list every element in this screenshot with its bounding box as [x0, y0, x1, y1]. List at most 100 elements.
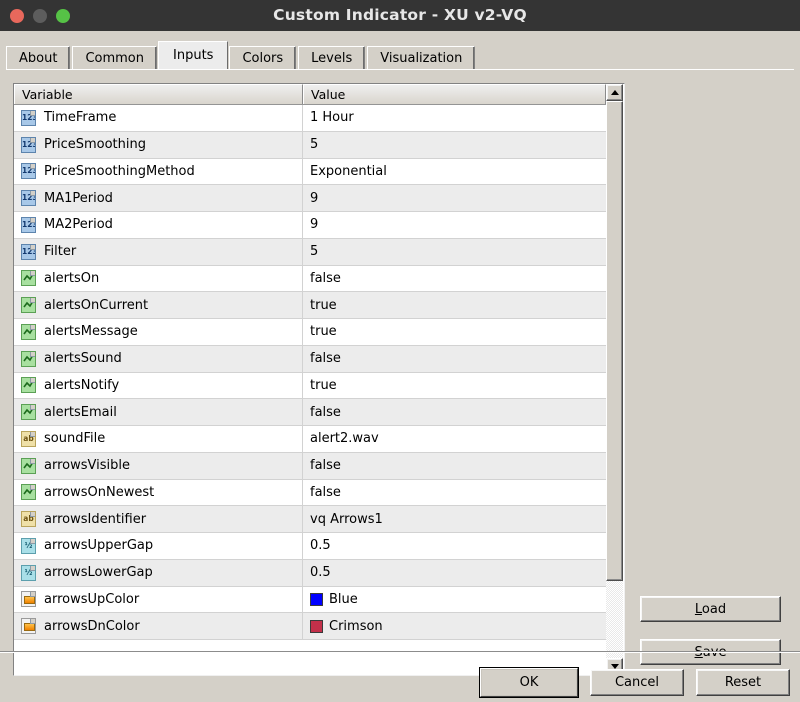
variable-name: alertsMessage — [44, 324, 138, 340]
int-type-icon: 123 — [21, 136, 36, 153]
value-cell[interactable]: 0.5 — [303, 533, 606, 559]
bool-check-glyph — [23, 461, 34, 469]
table-row[interactable]: ½ arrowsUpperGap 0.5 — [14, 533, 607, 560]
variable-name: MA2Period — [44, 217, 113, 233]
value-cell[interactable]: false — [303, 480, 606, 506]
scrollbar-thumb[interactable] — [606, 101, 623, 581]
variable-value: true — [310, 377, 337, 393]
variable-cell[interactable]: 123 TimeFrame — [14, 105, 303, 131]
table-row[interactable]: 123 MA1Period 9 — [14, 185, 607, 212]
value-cell[interactable]: 0.5 — [303, 560, 606, 586]
close-window-button[interactable] — [10, 8, 24, 23]
table-row[interactable]: ab arrowsIdentifier vq Arrows1 — [14, 506, 607, 533]
value-cell[interactable]: Blue — [303, 587, 606, 613]
table-row[interactable]: alertsMessage true — [14, 319, 607, 346]
tab-common[interactable]: Common — [72, 46, 157, 69]
variable-cell[interactable]: 123 PriceSmoothing — [14, 131, 303, 158]
table-row[interactable]: ab soundFile alert2.wav — [14, 426, 607, 453]
value-cell[interactable]: true — [303, 292, 606, 318]
bool-type-icon — [21, 377, 36, 394]
table-row[interactable]: arrowsVisible false — [14, 452, 607, 480]
table-row[interactable]: alertsSound false — [14, 345, 607, 373]
value-cell[interactable]: 5 — [303, 132, 606, 158]
table-row[interactable]: alertsEmail false — [14, 399, 607, 426]
variable-cell[interactable]: alertsOnCurrent — [14, 292, 303, 318]
value-cell[interactable]: true — [303, 319, 606, 345]
ok-button[interactable]: OK — [480, 668, 578, 697]
color-type-icon — [21, 618, 36, 635]
variable-cell[interactable]: alertsMessage — [14, 319, 303, 345]
variable-value: true — [310, 297, 337, 313]
variable-cell[interactable]: 123 PriceSmoothingMethod — [14, 158, 303, 185]
value-cell[interactable]: Exponential — [303, 159, 606, 185]
variable-name: arrowsUpperGap — [44, 538, 154, 554]
table-row[interactable]: arrowsDnColor Crimson — [14, 613, 607, 640]
variable-cell[interactable]: arrowsVisible — [14, 452, 303, 479]
zoom-window-button[interactable] — [56, 8, 70, 23]
scrollbar-track[interactable] — [606, 101, 623, 658]
variable-cell[interactable]: ab arrowsIdentifier — [14, 506, 303, 532]
variable-value: 9 — [310, 217, 319, 233]
double-type-icon: ½ — [21, 537, 36, 554]
table-row[interactable]: 123 Filter 5 — [14, 238, 607, 266]
reset-button[interactable]: Reset — [696, 669, 790, 696]
table-row[interactable]: alertsOn false — [14, 265, 607, 293]
table-row[interactable]: arrowsOnNewest false — [14, 479, 607, 507]
table-row[interactable]: alertsOnCurrent true — [14, 292, 607, 319]
value-cell[interactable]: Crimson — [303, 613, 606, 639]
value-cell[interactable]: false — [303, 346, 606, 372]
variable-name: arrowsOnNewest — [44, 484, 155, 500]
value-cell[interactable]: 9 — [303, 185, 606, 211]
minimize-window-button[interactable] — [33, 8, 47, 23]
variable-cell[interactable]: arrowsDnColor — [14, 613, 303, 639]
variable-cell[interactable]: 123 Filter — [14, 238, 303, 265]
variable-cell[interactable]: arrowsUpColor — [14, 586, 303, 613]
value-cell[interactable]: false — [303, 399, 606, 425]
variable-cell[interactable]: alertsNotify — [14, 372, 303, 399]
variable-cell[interactable]: ½ arrowsUpperGap — [14, 533, 303, 559]
tab-about[interactable]: About — [6, 46, 71, 69]
inputs-table-body[interactable]: 123 TimeFrame 1 Hour 123 PriceSmoothing 5 123 P… — [14, 105, 607, 675]
table-row[interactable]: ½ arrowsLowerGap 0.5 — [14, 559, 607, 587]
table-row[interactable]: 123 PriceSmoothing 5 — [14, 131, 607, 159]
value-cell[interactable]: alert2.wav — [303, 426, 606, 452]
variable-value: false — [310, 351, 341, 367]
value-cell[interactable]: true — [303, 373, 606, 399]
variable-cell[interactable]: 123 MA2Period — [14, 212, 303, 238]
variable-value: 5 — [310, 137, 319, 153]
table-vertical-scrollbar[interactable] — [606, 84, 624, 675]
load-button[interactable]: Load — [640, 596, 781, 622]
variable-value: false — [310, 270, 341, 286]
value-cell[interactable]: false — [303, 453, 606, 479]
variable-cell[interactable]: ½ arrowsLowerGap — [14, 559, 303, 586]
column-header-variable[interactable]: Variable — [14, 84, 303, 104]
tab-colors[interactable]: Colors — [229, 46, 297, 69]
variable-cell[interactable]: ab soundFile — [14, 426, 303, 452]
value-cell[interactable]: 5 — [303, 239, 606, 265]
variable-cell[interactable]: alertsSound — [14, 345, 303, 372]
cancel-button[interactable]: Cancel — [590, 669, 684, 696]
table-row[interactable]: 123 TimeFrame 1 Hour — [14, 105, 607, 132]
variable-cell[interactable]: 123 MA1Period — [14, 185, 303, 211]
scroll-up-button[interactable] — [606, 84, 623, 101]
table-row[interactable]: 123 PriceSmoothingMethod Exponential — [14, 158, 607, 186]
table-row[interactable]: 123 MA2Period 9 — [14, 212, 607, 239]
tab-visualization[interactable]: Visualization — [367, 46, 476, 69]
table-row[interactable]: arrowsUpColor Blue — [14, 586, 607, 614]
table-row[interactable]: alertsNotify true — [14, 372, 607, 400]
bool-type-icon — [21, 297, 36, 314]
variable-name: alertsEmail — [44, 404, 117, 420]
tab-levels[interactable]: Levels — [298, 46, 366, 69]
variable-cell[interactable]: arrowsOnNewest — [14, 479, 303, 506]
tab-inputs[interactable]: Inputs — [158, 41, 229, 69]
string-type-icon: ab — [21, 430, 36, 447]
value-cell[interactable]: vq Arrows1 — [303, 506, 606, 532]
variable-cell[interactable]: alertsEmail — [14, 399, 303, 425]
scroll-up-icon — [610, 90, 619, 95]
value-cell[interactable]: 1 Hour — [303, 105, 606, 131]
variable-cell[interactable]: alertsOn — [14, 265, 303, 292]
variable-name: arrowsIdentifier — [44, 511, 147, 527]
value-cell[interactable]: false — [303, 266, 606, 292]
value-cell[interactable]: 9 — [303, 212, 606, 238]
column-header-value[interactable]: Value — [303, 84, 606, 104]
